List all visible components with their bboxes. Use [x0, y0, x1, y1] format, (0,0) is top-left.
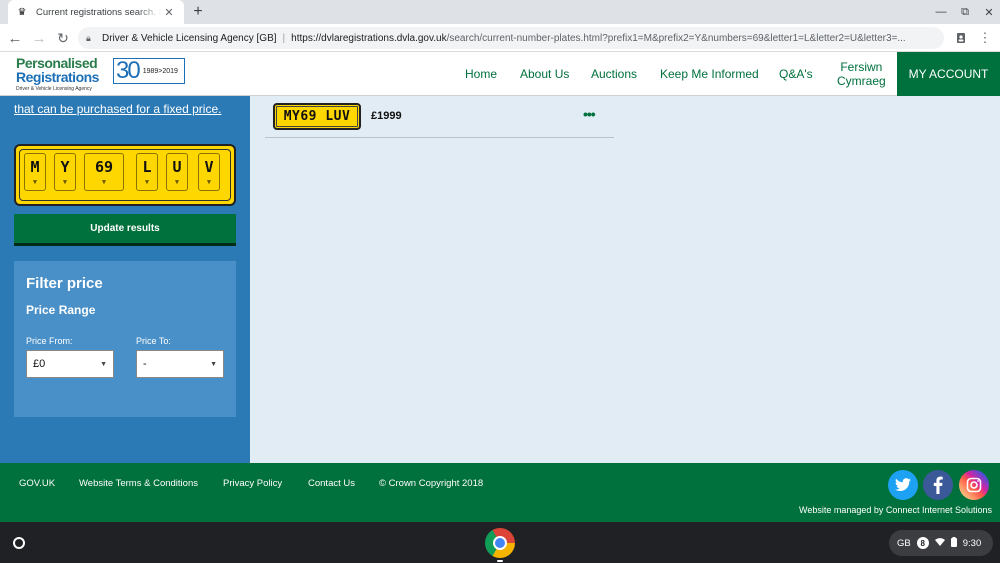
chrome-icon[interactable] — [485, 528, 515, 558]
update-results-button[interactable]: Update results — [14, 214, 236, 246]
nav-auctions[interactable]: Auctions — [591, 52, 637, 96]
locale-indicator: GB — [897, 537, 911, 549]
launcher-button[interactable] — [8, 532, 30, 554]
filter-price-panel: Filter price Price Range Price From: Pri… — [14, 261, 236, 417]
address-bar[interactable]: 🔒︎ Driver & Vehicle Licensing Agency [GB… — [78, 27, 944, 49]
nav-qa[interactable]: Q&A's — [779, 52, 813, 96]
chevron-down-icon: ▼ — [32, 178, 38, 186]
footer-link-govuk[interactable]: GOV.UK — [19, 478, 55, 489]
site-identity: Driver & Vehicle Licensing Agency [GB] — [102, 32, 277, 44]
reload-icon[interactable]: ↻ — [52, 27, 74, 49]
footer-link-terms[interactable]: Website Terms & Conditions — [79, 478, 198, 489]
price-from-label: Price From: — [26, 336, 73, 346]
plate-char-value: L — [142, 158, 152, 176]
search-sidebar: that can be purchased for a fixed price.… — [0, 96, 250, 463]
chevron-down-icon: ▼ — [174, 178, 180, 186]
anniversary-number: 30 — [116, 57, 141, 84]
new-tab-button[interactable]: + — [188, 2, 208, 22]
footer-copyright: © Crown Copyright 2018 — [379, 478, 484, 489]
close-window-button[interactable]: ✕ — [976, 0, 1000, 24]
status-tray[interactable]: GB 8 9:30 — [889, 530, 993, 556]
profile-icon[interactable] — [950, 27, 972, 49]
anniversary-years: 1989>2019 — [142, 67, 178, 75]
result-row[interactable]: MY69 LUV £1999 ••• — [265, 96, 614, 138]
kebab-menu-icon[interactable]: ⋮ — [974, 27, 996, 49]
facebook-icon[interactable] — [923, 470, 953, 500]
site-header: Personalised Registrations Driver & Vehi… — [0, 52, 1000, 96]
plate-char-prefix2[interactable]: Y ▼ — [54, 153, 76, 191]
result-plate[interactable]: MY69 LUV — [273, 103, 361, 130]
nav-home[interactable]: Home — [465, 52, 497, 96]
price-from-select[interactable]: £0 ▼ — [26, 350, 114, 378]
page-content: that can be purchased for a fixed price.… — [0, 96, 1000, 463]
chevron-down-icon: ▼ — [62, 178, 68, 186]
plate-editor: M ▼ Y ▼ 69 ▼ L ▼ U ▼ V ▼ — [14, 144, 236, 206]
logo-line-2: Registrations — [16, 69, 99, 85]
nav-welsh-version[interactable]: Fersiwn Cymraeg — [837, 52, 886, 96]
logo-line-1: Personalised — [16, 55, 98, 71]
my-account-button[interactable]: MY ACCOUNT — [897, 52, 1000, 96]
url-host: https://dvlaregistrations.dvla.gov.uk — [291, 32, 447, 44]
plate-char-letter3[interactable]: V ▼ — [198, 153, 220, 191]
plate-char-letter2[interactable]: U ▼ — [166, 153, 188, 191]
nav-about-us[interactable]: About Us — [520, 52, 569, 96]
price-from-value: £0 — [33, 358, 46, 370]
address-separator: | — [282, 32, 286, 44]
notification-count-badge: 8 — [916, 537, 929, 549]
chevron-down-icon: ▼ — [144, 178, 150, 186]
clock: 9:30 — [962, 537, 982, 549]
tab-title: Current registrations search. Search — [36, 6, 162, 18]
maximize-button[interactable]: ⧉ — [952, 0, 978, 24]
site-footer: GOV.UK Website Terms & Conditions Privac… — [0, 463, 1000, 522]
plate-char-value: U — [172, 158, 182, 176]
lock-icon: 🔒︎ — [86, 32, 91, 43]
chevron-down-icon: ▼ — [100, 361, 107, 368]
browser-tab[interactable]: ♛ Current registrations search. Search ✕ — [8, 0, 184, 24]
fixed-price-link[interactable]: that can be purchased for a fixed price. — [14, 102, 221, 116]
chevron-down-icon: ▼ — [206, 178, 212, 186]
launcher-circle-icon — [13, 537, 25, 549]
plate-char-letter1[interactable]: L ▼ — [136, 153, 158, 191]
plate-char-value: Y — [60, 158, 70, 176]
crown-icon: ♛ — [17, 6, 27, 18]
twitter-icon[interactable] — [888, 470, 918, 500]
plate-char-value: M — [30, 158, 40, 176]
footer-link-contact[interactable]: Contact Us — [308, 478, 355, 489]
price-to-value: - — [143, 358, 147, 370]
footer-link-privacy[interactable]: Privacy Policy — [223, 478, 282, 489]
nav-welsh-line-1: Fersiwn — [840, 60, 883, 74]
wifi-icon — [934, 537, 945, 549]
chevron-down-icon: ▼ — [210, 361, 217, 368]
tab-close-icon[interactable]: ✕ — [162, 5, 176, 19]
more-options-icon[interactable]: ••• — [583, 106, 596, 122]
url-path: /search/current-number-plates.html?prefi… — [446, 32, 906, 44]
os-shelf: GB 8 9:30 — [0, 522, 1000, 563]
browser-toolbar: ← → ↻ 🔒︎ Driver & Vehicle Licensing Agen… — [0, 24, 1000, 52]
personalised-registrations-logo[interactable]: Personalised Registrations Driver & Vehi… — [16, 56, 106, 94]
nav-keep-me-informed[interactable]: Keep Me Informed — [660, 52, 759, 96]
instagram-icon[interactable] — [959, 470, 989, 500]
plate-char-value: V — [204, 158, 214, 176]
plate-char-prefix1[interactable]: M ▼ — [24, 153, 46, 191]
price-to-select[interactable]: - ▼ — [136, 350, 224, 378]
price-to-label: Price To: — [136, 336, 171, 346]
result-price: £1999 — [371, 110, 402, 122]
logo-line-3: Driver & Vehicle Licensing Agency — [16, 86, 92, 92]
plate-char-numbers[interactable]: 69 ▼ — [84, 153, 124, 191]
forward-arrow-icon[interactable]: → — [28, 27, 50, 49]
chevron-down-icon: ▼ — [101, 178, 107, 186]
anniversary-badge: 30 1989>2019 — [113, 58, 185, 84]
price-range-heading: Price Range — [26, 303, 96, 317]
minimize-button[interactable]: — — [928, 0, 954, 24]
nav-welsh-line-2: Cymraeg — [837, 74, 886, 88]
filter-title: Filter price — [26, 275, 103, 292]
running-indicator — [497, 560, 503, 562]
managed-by-text: Website managed by Connect Internet Solu… — [799, 505, 992, 515]
browser-tabstrip: ♛ Current registrations search. Search ✕… — [0, 0, 1000, 24]
battery-icon — [950, 536, 957, 550]
plate-char-value: 69 — [94, 158, 114, 176]
back-arrow-icon[interactable]: ← — [4, 27, 26, 49]
